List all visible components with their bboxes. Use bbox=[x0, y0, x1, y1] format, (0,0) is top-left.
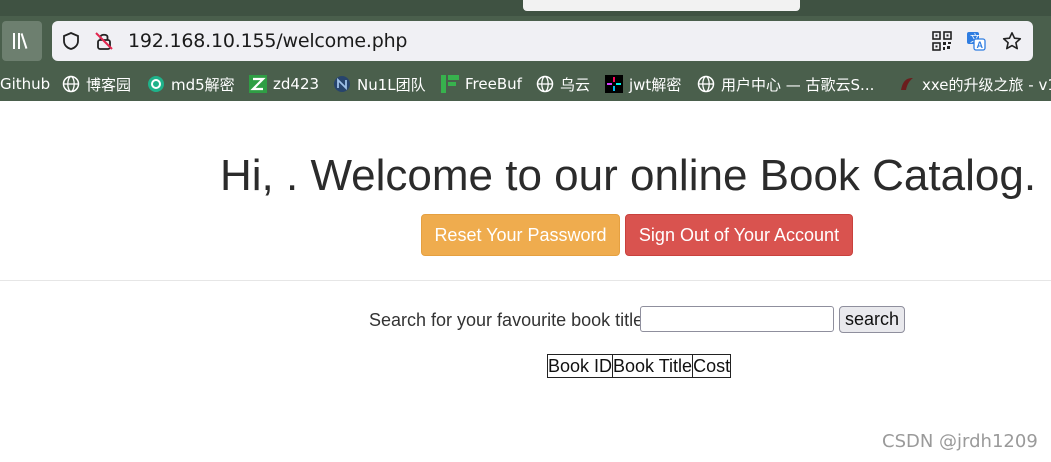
md5-logo-icon bbox=[148, 76, 164, 92]
bookmark-xxe[interactable]: xxe的升级之旅 - v1 bbox=[898, 73, 1051, 95]
qr-code-icon[interactable] bbox=[932, 31, 952, 51]
globe-icon bbox=[62, 75, 80, 93]
bookmark-zd423[interactable]: zd423 bbox=[249, 73, 319, 95]
bookmark-github[interactable]: Github bbox=[0, 73, 50, 95]
library-icon bbox=[13, 33, 28, 49]
table-header-row: Book ID Book Title Cost bbox=[546, 354, 732, 378]
search-button[interactable]: search bbox=[839, 306, 905, 333]
column-header-book-title: Book Title bbox=[612, 354, 694, 378]
z-logo-icon bbox=[249, 75, 267, 93]
url-bar[interactable]: 192.168.10.155/welcome.php 文 A bbox=[52, 21, 1033, 61]
translate-icon[interactable]: 文 A bbox=[966, 31, 986, 51]
insecure-lock-icon[interactable] bbox=[94, 31, 114, 51]
globe-icon bbox=[697, 75, 715, 93]
xxe-logo-icon bbox=[901, 78, 913, 90]
bookmark-nu1l[interactable]: Nu1L团队 bbox=[333, 73, 426, 95]
bookmark-gugeyun[interactable]: 用户中心 — 古歌云S... bbox=[697, 73, 874, 95]
bookmark-wooyun[interactable]: 乌云 bbox=[536, 73, 590, 95]
browser-chrome: 192.168.10.155/welcome.php 文 A Github bbox=[0, 0, 1051, 101]
url-text[interactable]: 192.168.10.155/welcome.php bbox=[128, 30, 407, 52]
bookmark-md5[interactable]: md5解密 bbox=[147, 73, 235, 95]
tab-strip bbox=[0, 0, 1051, 16]
page-title: Hi, . Welcome to our online Book Catalog… bbox=[220, 151, 1037, 200]
jwt-logo-icon bbox=[605, 75, 623, 93]
search-input[interactable] bbox=[640, 306, 834, 332]
shield-icon[interactable] bbox=[61, 31, 81, 51]
bookmark-freebuf[interactable]: FreeBuf bbox=[441, 73, 522, 95]
freebuf-logo-icon bbox=[441, 75, 459, 93]
reset-password-button[interactable]: Reset Your Password bbox=[421, 214, 620, 256]
watermark: CSDN @jrdh1209 bbox=[882, 431, 1038, 452]
bookmarks-toolbar: Github 博客园 md5解密 zd423 Nu1L团队 FreeBuf 乌云… bbox=[0, 69, 1051, 99]
search-label: Search for your favourite book title bbox=[369, 310, 644, 330]
bookmark-cnblogs[interactable]: 博客园 bbox=[62, 73, 131, 95]
divider bbox=[0, 280, 1051, 281]
bookmark-jwt[interactable]: jwt解密 bbox=[605, 73, 681, 95]
column-header-cost: Cost bbox=[692, 354, 732, 378]
library-button[interactable] bbox=[2, 21, 42, 61]
column-header-book-id: Book ID bbox=[546, 354, 614, 378]
book-table: Book ID Book Title Cost bbox=[546, 354, 732, 378]
active-tab[interactable] bbox=[523, 0, 800, 11]
globe-icon bbox=[536, 75, 554, 93]
bookmark-star-icon[interactable] bbox=[1002, 31, 1022, 51]
nu1l-logo-icon bbox=[334, 76, 350, 92]
svg-text:A: A bbox=[977, 40, 984, 50]
sign-out-button[interactable]: Sign Out of Your Account bbox=[625, 214, 853, 256]
